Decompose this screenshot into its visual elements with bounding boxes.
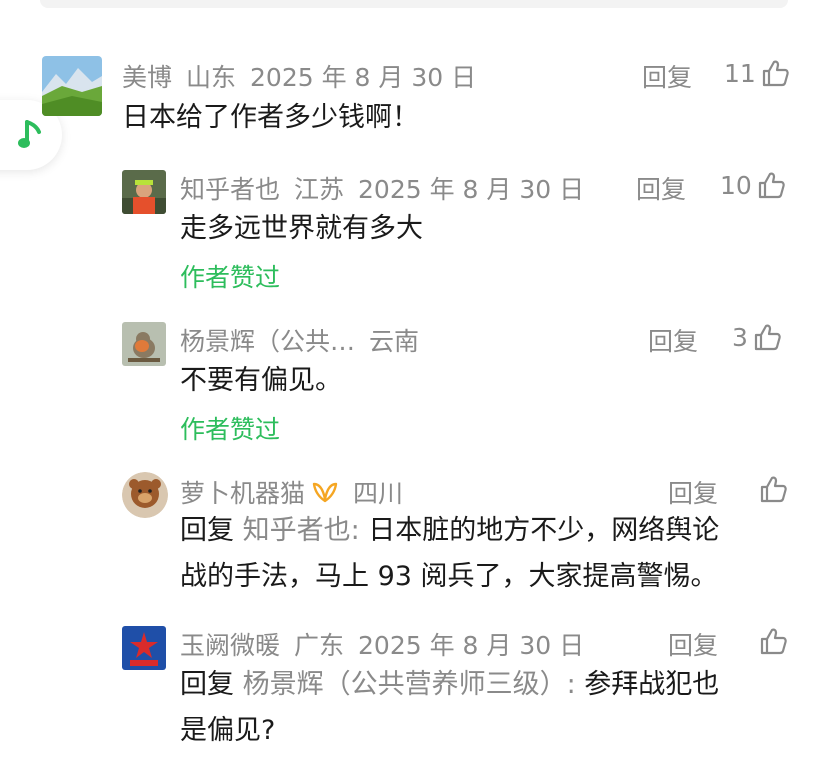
- thumb-up-icon: [760, 476, 787, 503]
- like-button[interactable]: [754, 474, 788, 504]
- like-button[interactable]: 11: [724, 58, 790, 88]
- location-text: 四川: [353, 479, 404, 508]
- timestamp: 2025 年 8 月 30 日: [358, 175, 585, 204]
- author-liked-badge: 作者赞过: [180, 415, 281, 444]
- comment-text-line: 战的手法，马上 93 阅兵了，大家提高警惕。: [180, 561, 718, 592]
- reply-button[interactable]: 回复: [668, 626, 718, 662]
- comment-text: 回复 杨景辉（公共营养师三级）: 参拜战犯也: [180, 662, 719, 708]
- username[interactable]: 知乎者也: [180, 170, 280, 206]
- timestamp: 2025 年 8 月 30 日: [250, 63, 477, 92]
- gold-badge-icon: [312, 482, 338, 503]
- avatar[interactable]: [122, 170, 166, 214]
- reply-button[interactable]: 回复: [648, 322, 698, 358]
- comment-text-line: 日本脏的地方不少，网络舆论: [368, 515, 720, 546]
- avatar[interactable]: [122, 626, 166, 670]
- location-text: 江苏: [294, 175, 345, 204]
- reply-target-user[interactable]: 知乎者也:: [243, 515, 360, 546]
- location-text: 山东: [186, 63, 237, 92]
- avatar[interactable]: [122, 472, 168, 518]
- reply-prefix: 回复: [180, 669, 234, 700]
- username[interactable]: 杨景辉（公共…: [180, 322, 355, 358]
- comment-text-line: 参拜战犯也: [584, 669, 720, 700]
- reply-target-user[interactable]: 杨景辉（公共营养师三级）:: [243, 669, 576, 700]
- like-button[interactable]: 10: [720, 170, 786, 200]
- like-count: 11: [724, 58, 756, 88]
- comment-text: 日本给了作者多少钱啊！: [122, 102, 419, 133]
- top-divider-bar: [40, 0, 788, 8]
- comment-text: 走多远世界就有多大: [180, 213, 423, 244]
- author-liked-badge: 作者赞过: [180, 263, 281, 292]
- reply-button[interactable]: 回复: [636, 170, 686, 206]
- comment-text: 不要有偏见。: [180, 365, 342, 396]
- reply-prefix: 回复: [180, 515, 234, 546]
- location-text: 广东: [294, 631, 345, 660]
- thumb-up-icon: [758, 172, 785, 199]
- comment-text: 回复 知乎者也: 日本脏的地方不少，网络舆论: [180, 508, 719, 554]
- username[interactable]: 美博: [122, 58, 172, 94]
- timestamp: 2025 年 8 月 30 日: [358, 631, 585, 660]
- username[interactable]: 玉阙微暖: [180, 626, 280, 662]
- location-text: 云南: [369, 327, 420, 356]
- avatar[interactable]: [42, 56, 102, 116]
- avatar[interactable]: [122, 322, 166, 366]
- thumb-up-icon: [762, 60, 789, 87]
- like-button[interactable]: [754, 626, 788, 656]
- like-count: 3: [732, 322, 748, 352]
- thumb-up-icon: [754, 324, 781, 351]
- music-note-icon: [18, 120, 41, 148]
- like-button[interactable]: 3: [732, 322, 782, 352]
- reply-button[interactable]: 回复: [642, 58, 692, 94]
- comment-text-line: 是偏见?: [180, 715, 276, 746]
- thumb-up-icon: [760, 628, 787, 655]
- username[interactable]: 萝卜机器猫: [180, 474, 305, 510]
- comment-thread-page: 美博 山东 2025 年 8 月 30 日 回复 11 日本给了作者多少钱啊！: [0, 0, 828, 766]
- like-count: 10: [720, 170, 752, 200]
- reply-button[interactable]: 回复: [668, 474, 718, 510]
